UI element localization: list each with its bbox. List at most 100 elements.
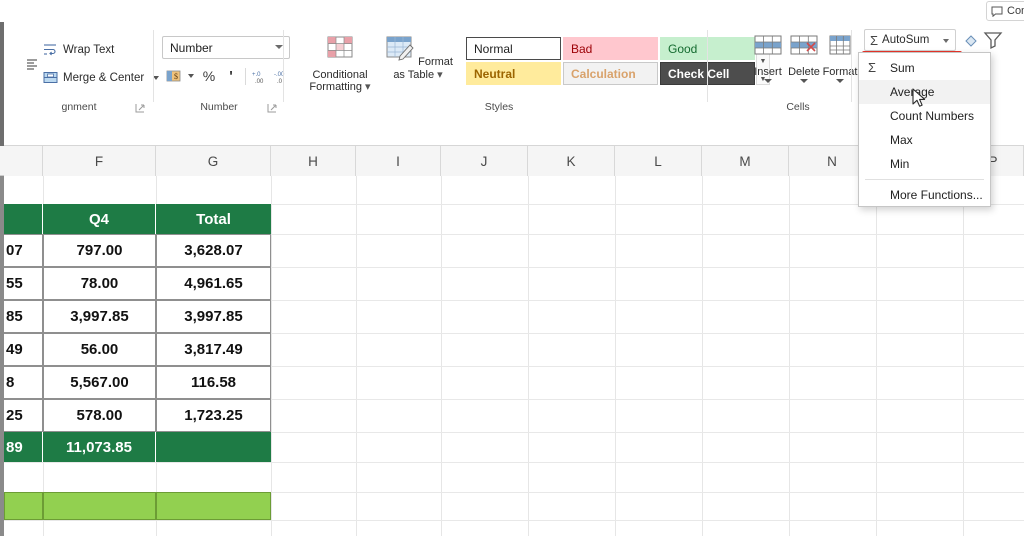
table-cell-e[interactable]: 07 xyxy=(4,234,43,267)
table-cell-total[interactable]: 1,723.25 xyxy=(156,399,271,432)
table-cell-q4[interactable]: 797.00 xyxy=(43,234,156,267)
fill-button[interactable] xyxy=(960,29,982,51)
format-as-table-icon xyxy=(386,36,414,61)
gridline-v xyxy=(963,176,964,536)
wrap-text-button[interactable]: Wrap Text xyxy=(40,40,117,59)
table-cell-e[interactable]: 25 xyxy=(4,399,43,432)
gridline-v xyxy=(528,176,529,536)
fill-icon xyxy=(965,35,977,47)
ribbon-group-number: Number $ % ' +.0 .00 -.00 .0 Number xyxy=(154,22,290,118)
accounting-chevron-down-icon[interactable] xyxy=(188,74,194,78)
column-header-l[interactable]: L xyxy=(615,146,702,176)
format-chevron-down-icon[interactable] xyxy=(836,79,844,83)
gridline-h xyxy=(4,520,1024,521)
format-cells-button[interactable]: Format xyxy=(822,34,858,83)
increase-decimal-button[interactable]: +.0 .00 xyxy=(249,65,271,87)
gridline-v xyxy=(441,176,442,536)
filter-funnel-icon xyxy=(983,32,1003,50)
accounting-format-button[interactable]: $ xyxy=(162,65,184,87)
conditional-formatting-icon xyxy=(327,36,353,58)
gridline-v xyxy=(702,176,703,536)
merge-center-label: Merge & Center xyxy=(63,71,145,84)
table-cell-total[interactable]: 3,628.07 xyxy=(156,234,271,267)
conditional-formatting-label: Conditional Formatting xyxy=(309,68,368,94)
highlighted-cell-e[interactable] xyxy=(4,492,43,520)
column-header-blank[interactable] xyxy=(4,146,43,176)
cell-style-calculation[interactable]: Calculation xyxy=(563,62,658,85)
table-cell-total[interactable]: 3,817.49 xyxy=(156,333,271,366)
table-cell-total[interactable]: 4,961.65 xyxy=(156,267,271,300)
column-header-g[interactable]: G xyxy=(156,146,271,176)
table-cell-e[interactable]: 49 xyxy=(4,333,43,366)
menu-item-sum[interactable]: Σ Sum xyxy=(859,56,990,80)
column-header-m[interactable]: M xyxy=(702,146,789,176)
ribbon-group-cells: Insert Delete Format Cells xyxy=(744,22,857,118)
wrap-text-label: Wrap Text xyxy=(63,43,115,56)
conditional-formatting-button[interactable]: Conditional Formatting ▾ xyxy=(302,34,378,94)
ribbon-group-alignment: Wrap Text Merge & Center gnment xyxy=(4,22,160,118)
cell-style-normal[interactable]: Normal xyxy=(466,37,561,60)
percent-style-button[interactable]: % xyxy=(198,65,220,87)
menu-item-max[interactable]: Max xyxy=(859,128,990,152)
format-as-table-button[interactable]: Format as Table ▾ xyxy=(380,34,456,81)
number-dialog-launcher-icon[interactable] xyxy=(267,103,278,114)
delete-chevron-down-icon[interactable] xyxy=(800,79,808,83)
svg-text:.00: .00 xyxy=(255,79,264,84)
comments-button[interactable]: Com xyxy=(986,1,1024,21)
find-select-button[interactable]: ind & lect ▾ xyxy=(1014,28,1024,84)
table-total-cell-total[interactable] xyxy=(156,432,271,462)
sort-filter-button[interactable] xyxy=(982,29,1008,53)
group-label-styles: Styles xyxy=(484,101,514,113)
merge-center-button[interactable]: Merge & Center xyxy=(40,68,162,87)
align-bottom-icon[interactable] xyxy=(26,58,40,72)
table-cell-q4[interactable]: 56.00 xyxy=(43,333,156,366)
column-header-h[interactable]: H xyxy=(271,146,356,176)
table-total-cell-e[interactable]: 89 xyxy=(4,432,43,462)
gridline-h xyxy=(4,462,1024,463)
find-select-line2: lect ▾ xyxy=(1014,71,1024,84)
cell-style-bad[interactable]: Bad xyxy=(563,37,658,60)
column-header-i[interactable]: I xyxy=(356,146,441,176)
column-header-k[interactable]: K xyxy=(528,146,615,176)
alignment-dialog-launcher-icon[interactable] xyxy=(135,103,146,114)
gridline-v xyxy=(876,176,877,536)
insert-chevron-down-icon[interactable] xyxy=(764,79,772,83)
find-select-line1: ind & xyxy=(1014,58,1024,71)
column-header-j[interactable]: J xyxy=(441,146,528,176)
highlighted-cell-f[interactable] xyxy=(43,492,156,520)
gridline-v xyxy=(615,176,616,536)
autosum-chevron-down-icon[interactable] xyxy=(943,39,949,43)
percent-style-label: % xyxy=(202,68,216,84)
autosum-button[interactable]: Σ AutoSum xyxy=(864,29,956,51)
table-cell-e[interactable]: 85 xyxy=(4,300,43,333)
menu-item-count-numbers-label: Count Numbers xyxy=(890,109,975,123)
table-header-cell-e[interactable] xyxy=(4,204,43,234)
column-header-f[interactable]: F xyxy=(43,146,156,176)
number-format-select[interactable]: Number xyxy=(162,36,290,59)
table-cell-q4[interactable]: 78.00 xyxy=(43,267,156,300)
table-cell-q4[interactable]: 3,997.85 xyxy=(43,300,156,333)
table-total-cell-q4[interactable]: 11,073.85 xyxy=(43,432,156,462)
top-strip: Com xyxy=(0,0,1024,22)
delete-cells-button[interactable]: Delete xyxy=(786,34,822,83)
insert-cells-button[interactable]: Insert xyxy=(750,34,786,83)
cell-style-neutral[interactable]: Neutral xyxy=(466,62,561,85)
table-header-cell-total[interactable]: Total xyxy=(156,204,271,234)
autosum-label: AutoSum xyxy=(882,34,930,46)
table-header-cell-q4[interactable]: Q4 xyxy=(43,204,156,234)
number-buttons-row: $ % ' +.0 .00 -.00 .0 xyxy=(162,65,293,87)
table-cell-total[interactable]: 3,997.85 xyxy=(156,300,271,333)
menu-item-sum-label: Sum xyxy=(890,61,915,75)
table-cell-e[interactable]: 55 xyxy=(4,267,43,300)
highlighted-cell-g[interactable] xyxy=(156,492,271,520)
table-cell-q4[interactable]: 5,567.00 xyxy=(43,366,156,399)
comma-style-button[interactable]: ' xyxy=(220,65,242,87)
format-label: Format xyxy=(822,66,858,78)
menu-item-min[interactable]: Min xyxy=(859,152,990,176)
menu-item-more-functions[interactable]: More Functions... xyxy=(859,183,990,207)
table-cell-q4[interactable]: 578.00 xyxy=(43,399,156,432)
gridline-v xyxy=(271,176,272,536)
table-cell-total[interactable]: 116.58 xyxy=(156,366,271,399)
table-cell-e[interactable]: 8 xyxy=(4,366,43,399)
number-format-chevron-down-icon[interactable] xyxy=(275,45,283,49)
